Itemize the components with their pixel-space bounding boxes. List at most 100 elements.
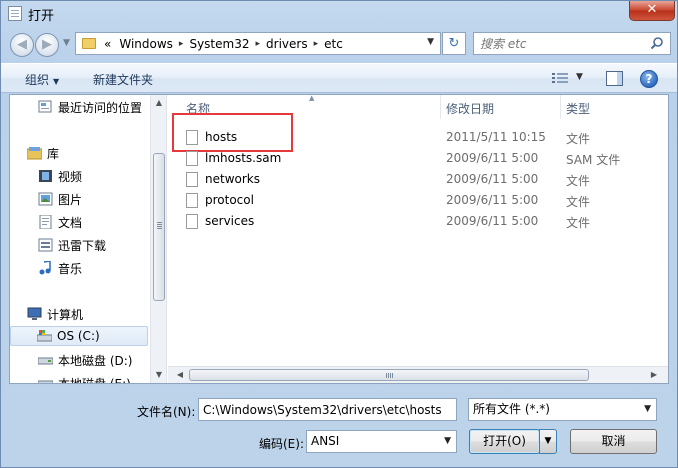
nav-item-os-drive[interactable]: OS (C:) bbox=[10, 326, 148, 346]
breadcrumb-item-drivers[interactable]: drivers bbox=[266, 37, 308, 51]
file-row-lmhosts[interactable]: lmhosts.sam 2009/6/11 5:00 SAM 文件 bbox=[186, 149, 646, 169]
cancel-button[interactable]: 取消 bbox=[570, 429, 657, 454]
close-button[interactable]: ✕ bbox=[629, 1, 675, 21]
breadcrumb-item-system32[interactable]: System32 bbox=[189, 37, 249, 51]
scrollbar-thumb[interactable] bbox=[189, 369, 589, 381]
chevron-down-icon: ▼ bbox=[53, 77, 60, 86]
nav-item-label: 文档 bbox=[58, 215, 83, 230]
help-icon[interactable]: ? bbox=[640, 70, 658, 88]
nav-item-libraries[interactable]: 库 bbox=[27, 143, 59, 163]
scroll-right-icon[interactable]: ▶ bbox=[646, 367, 662, 383]
search-input[interactable] bbox=[480, 33, 650, 54]
chevron-down-icon: ▼ bbox=[63, 38, 70, 48]
nav-item-local-disk-d[interactable]: 本地磁盘 (D:) bbox=[38, 350, 132, 370]
music-icon bbox=[39, 261, 51, 275]
title-bar: 打开 ✕ bbox=[1, 1, 677, 27]
nav-item-xunlei-downloads[interactable]: 迅雷下载 bbox=[38, 235, 106, 255]
address-bar[interactable]: « Windows ▸ System32 ▸ drivers ▸ etc ▼ bbox=[75, 32, 441, 55]
nav-item-music[interactable]: 音乐 bbox=[38, 258, 82, 278]
organize-label: 组织 bbox=[25, 73, 50, 87]
encoding-select[interactable]: ANSI ▼ bbox=[306, 430, 457, 453]
column-header-date[interactable]: 修改日期 bbox=[446, 100, 494, 117]
chevron-down-icon: ▼ bbox=[444, 436, 451, 446]
notepad-icon bbox=[8, 6, 22, 21]
file-list-horizontal-scrollbar[interactable]: ◀ ▶ bbox=[168, 366, 668, 383]
nav-item-label: 计算机 bbox=[47, 307, 84, 322]
file-row-services[interactable]: services 2009/6/11 5:00 文件 bbox=[186, 212, 646, 232]
nav-item-local-disk-e[interactable]: 本地磁盘 (E:) bbox=[38, 373, 131, 383]
address-history-dropdown[interactable]: ▼ bbox=[427, 37, 434, 47]
organize-menu-button[interactable]: 组织 ▼ bbox=[25, 71, 59, 88]
open-options-dropdown[interactable]: ▼ bbox=[539, 429, 557, 454]
file-icon bbox=[186, 151, 198, 166]
file-date: 2011/5/11 10:15 bbox=[446, 130, 546, 144]
file-name: hosts bbox=[205, 130, 238, 144]
os-drive-icon bbox=[37, 330, 52, 342]
breadcrumb-separator-icon[interactable]: ▸ bbox=[255, 39, 260, 49]
view-options-dropdown[interactable]: ▼ bbox=[576, 72, 583, 82]
navigation-scrollbar[interactable]: ▲ ▼ bbox=[150, 95, 167, 383]
search-box[interactable] bbox=[473, 32, 671, 55]
file-name: lmhosts.sam bbox=[205, 151, 282, 165]
pictures-icon bbox=[38, 192, 53, 206]
file-icon bbox=[186, 193, 198, 208]
recent-locations-dropdown[interactable]: ▼ bbox=[63, 38, 70, 48]
file-type: SAM 文件 bbox=[566, 153, 621, 167]
filename-field[interactable] bbox=[198, 398, 457, 421]
column-divider[interactable] bbox=[440, 95, 441, 119]
new-folder-button[interactable]: 新建文件夹 bbox=[93, 71, 153, 88]
nav-item-computer[interactable]: 计算机 bbox=[27, 304, 83, 324]
refresh-icon: ↻ bbox=[448, 36, 460, 51]
file-name: protocol bbox=[205, 193, 254, 207]
forward-arrow-icon: ▶ bbox=[42, 37, 52, 52]
breadcrumb-overflow[interactable]: « bbox=[104, 37, 111, 51]
disk-drive-icon bbox=[38, 380, 53, 383]
search-icon[interactable] bbox=[650, 36, 664, 50]
file-type: 文件 bbox=[566, 216, 591, 230]
nav-item-label: 本地磁盘 (D:) bbox=[58, 353, 133, 368]
encoding-value: ANSI bbox=[311, 434, 340, 448]
scroll-down-icon[interactable]: ▼ bbox=[151, 367, 167, 383]
nav-item-label: 音乐 bbox=[58, 261, 83, 276]
breadcrumb-separator-icon[interactable]: ▸ bbox=[179, 39, 184, 49]
nav-item-label: 库 bbox=[47, 146, 60, 161]
encoding-label: 编码(E): bbox=[259, 437, 304, 451]
breadcrumb-separator-icon[interactable]: ▸ bbox=[314, 39, 319, 49]
file-type: 文件 bbox=[566, 174, 591, 188]
video-icon bbox=[39, 170, 52, 182]
documents-icon bbox=[39, 215, 52, 229]
nav-item-documents[interactable]: 文档 bbox=[38, 212, 82, 232]
file-icon bbox=[186, 130, 198, 145]
scroll-left-icon[interactable]: ◀ bbox=[172, 367, 188, 383]
filetype-select[interactable]: 所有文件 (*.*) ▼ bbox=[468, 398, 657, 421]
open-file-dialog: 打开 ✕ ◀ ▶ ▼ « Windows ▸ System32 ▸ driver… bbox=[0, 0, 678, 468]
change-view-icon[interactable] bbox=[552, 72, 568, 85]
breadcrumb-item-windows[interactable]: Windows bbox=[119, 37, 173, 51]
nav-item-pictures[interactable]: 图片 bbox=[38, 189, 82, 209]
file-date: 2009/6/11 5:00 bbox=[446, 193, 539, 207]
column-divider[interactable] bbox=[560, 95, 561, 119]
file-row-networks[interactable]: networks 2009/6/11 5:00 文件 bbox=[186, 170, 646, 190]
back-button[interactable]: ◀ bbox=[10, 33, 34, 57]
folder-icon bbox=[82, 38, 96, 49]
back-arrow-icon: ◀ bbox=[17, 37, 27, 52]
file-row-hosts[interactable]: hosts 2011/5/11 10:15 文件 bbox=[186, 128, 646, 148]
filename-input[interactable] bbox=[199, 399, 456, 420]
navigation-pane: 最近访问的位置 库 视频 图片 文档 迅雷下载 音乐 计算机 OS (C:) 本… bbox=[10, 95, 151, 383]
file-date: 2009/6/11 5:00 bbox=[446, 151, 539, 165]
scroll-up-icon[interactable]: ▲ bbox=[151, 95, 167, 111]
column-header-type[interactable]: 类型 bbox=[566, 100, 590, 117]
breadcrumb-item-etc[interactable]: etc bbox=[324, 37, 343, 51]
forward-button[interactable]: ▶ bbox=[35, 33, 59, 57]
file-type: 文件 bbox=[566, 195, 591, 209]
open-button[interactable]: 打开(O) bbox=[469, 429, 540, 454]
preview-pane-icon[interactable] bbox=[606, 71, 623, 86]
file-row-protocol[interactable]: protocol 2009/6/11 5:00 文件 bbox=[186, 191, 646, 211]
nav-item-videos[interactable]: 视频 bbox=[38, 166, 82, 186]
nav-item-label: 本地磁盘 (E:) bbox=[58, 375, 131, 384]
nav-item-recent-places[interactable]: 最近访问的位置 bbox=[38, 97, 142, 117]
sort-ascending-icon: ▲ bbox=[309, 94, 315, 102]
refresh-button[interactable]: ↻ bbox=[442, 32, 466, 55]
file-icon bbox=[186, 172, 198, 187]
scrollbar-thumb[interactable] bbox=[153, 153, 165, 301]
